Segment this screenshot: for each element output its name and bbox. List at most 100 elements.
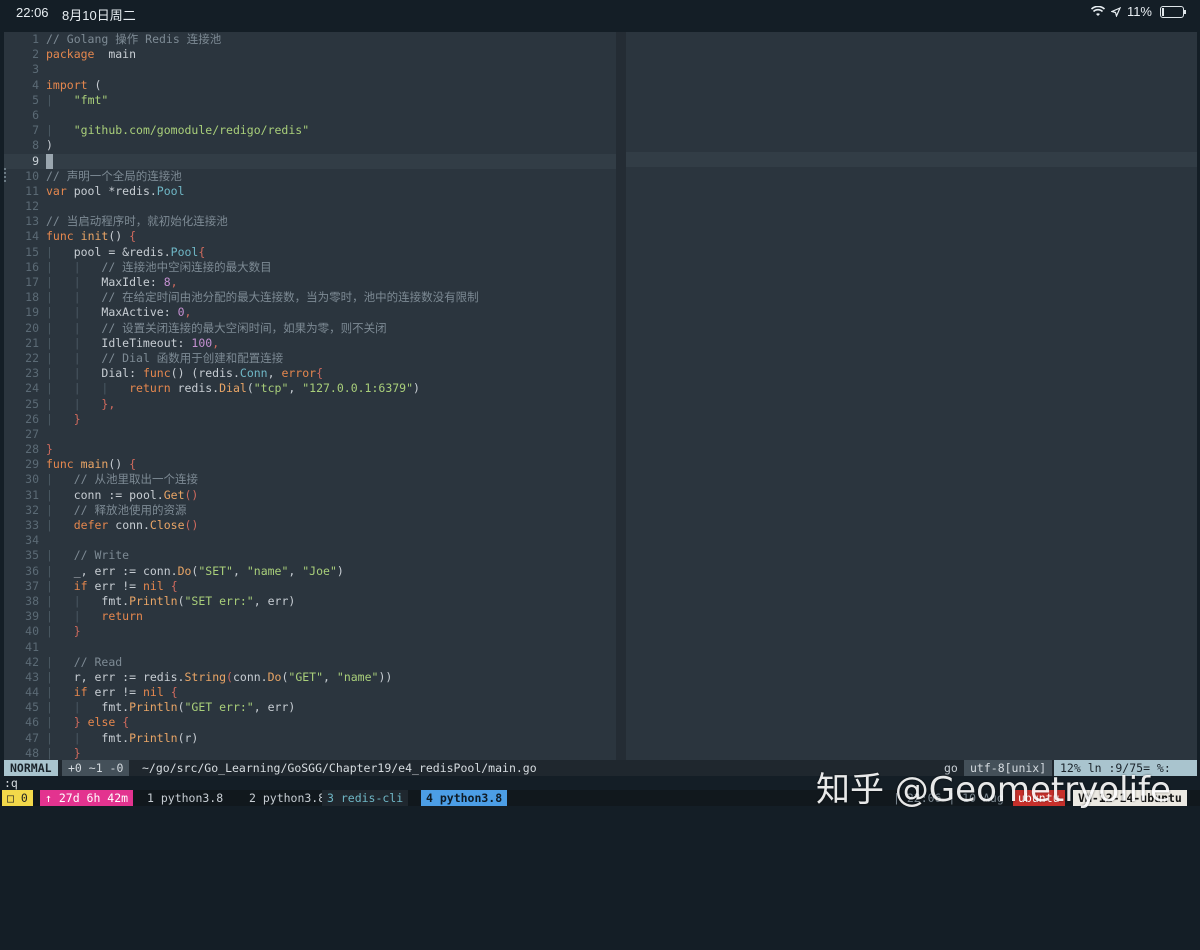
tmux-session[interactable]: □ 0 [2,790,33,806]
code-line[interactable]: 1 // Golang 操作 Redis 连接池 [4,32,616,47]
code-line[interactable]: 48 | } [4,746,616,760]
code-token: "github.com/gomodule/redigo/redis" [73,123,310,138]
line-number: 23 [25,366,39,381]
code-line[interactable]: 40 | } [4,624,616,639]
code-token: , [170,275,178,289]
code-line[interactable]: 23 | | Dial: func() (redis.Conn, error{ [4,366,616,381]
code-line[interactable]: 3 [4,62,616,77]
code-line[interactable]: 17 | | MaxIdle: 8, [4,275,616,290]
line-number: 12 [25,199,39,214]
code-line[interactable]: 43 | r, err := redis.String(conn.Do("GET"… [4,670,616,685]
code-token: | | [46,320,81,335]
line-number: 4 [32,77,39,92]
code-line[interactable]: 8) [4,138,616,153]
code-line[interactable]: 46 | } else { [4,715,616,730]
tmux-window-4-active[interactable]: 4 python3.8 [421,790,508,806]
file-path: ~/go/src/Go_Learning/GoSGG/Chapter19/e4_… [142,761,537,775]
wifi-icon [1090,6,1105,16]
line-number: 20 [25,320,39,335]
code-line[interactable]: 47 | | fmt.Println(r) [4,731,616,746]
code-line[interactable]: 44 | if err != nil { [4,685,616,700]
code-line[interactable]: 42 | // Read [4,655,616,670]
command-line[interactable]: :q [4,776,18,790]
code-text: | | // Dial 函数用于创建和配置连接 [46,351,283,366]
code-token: | [46,548,53,563]
code-line[interactable]: 38 | | fmt.Println("SET err:", err) [4,594,616,609]
code-line[interactable]: 22 | | // Dial 函数用于创建和配置连接 [4,351,616,366]
code-line[interactable]: 35 | // Write [4,548,616,563]
code-token: var [46,183,67,198]
code-line[interactable]: 31 | conn := pool.Get() [4,488,616,503]
code-line[interactable]: 2 package main [4,47,616,62]
tmux-window-3[interactable]: 3 redis-cli [322,790,409,806]
line-number: 17 [25,275,39,289]
code-line[interactable]: 7 | "github.com/gomodule/redigo/redis" [4,123,616,138]
code-line[interactable]: 9 [4,153,616,169]
code-text: | | return [46,609,143,624]
code-line[interactable]: 39 | | return [4,609,616,624]
code-line[interactable]: 15 | pool = &redis.Pool{ [4,245,616,260]
code-line[interactable]: 27 [4,427,616,442]
code-line[interactable]: 4 import ( [4,78,616,93]
tmux-window-2[interactable]: 2 python3.8 [244,790,330,806]
code-line[interactable]: 29 func main() { [4,457,616,472]
code-line[interactable]: 41 [4,640,616,655]
code-token: } [46,442,53,457]
code-token: | | [46,305,81,320]
code-line[interactable]: 20 | | // 设置关闭连接的最大空闲时间，如果为零，则不关闭 [4,321,616,336]
line-number: 28 [25,442,39,457]
code-token: else [87,715,116,730]
code-text: | } [46,412,81,427]
vim-editor[interactable]: 1 // Golang 操作 Redis 连接池 2 package main 3 4 im… [4,32,1197,760]
code-line[interactable]: 33 | defer conn.Close() [4,518,616,533]
line-number: 34 [25,533,39,548]
tmux-window-1[interactable]: 1 python3.8 [142,790,228,806]
code-line[interactable]: 12 [4,199,616,214]
code-line[interactable]: 16 | | // 连接池中空闲连接的最大数目 [4,260,616,275]
code-line[interactable]: 26 | } [4,412,616,427]
line-number: 1 [32,32,39,46]
right-pane[interactable] [626,32,1197,760]
code-line[interactable]: 21 | | IdleTimeout: 100, [4,336,616,351]
code-pane[interactable]: 1 // Golang 操作 Redis 连接池 2 package main 3 4 im… [4,32,616,760]
line-number: 46 [25,715,39,730]
code-line[interactable]: 24 | | | return redis.Dial("tcp", "127.0.… [4,381,616,396]
code-token: () [184,487,199,502]
code-line[interactable]: 30 | // 从池里取出一个连接 [4,472,616,487]
code-token: } [73,715,81,730]
code-line[interactable]: 28} [4,442,616,457]
code-token: | [46,411,53,426]
line-number: 33 [25,518,39,532]
code-line[interactable]: 25 | | }, [4,397,616,412]
code-line[interactable]: 11 var pool *redis.Pool [4,184,616,199]
code-line[interactable]: 19 | | MaxActive: 0, [4,305,616,320]
code-token: { [198,244,206,259]
code-token: | | [46,290,81,305]
code-line[interactable]: 37 | if err != nil { [4,579,616,594]
vertical-split-divider[interactable] [616,32,626,760]
code-text: | // 从池里取出一个连接 [46,472,198,487]
code-line[interactable]: 45 | | fmt.Println("GET err:", err) [4,700,616,715]
code-line[interactable]: 5 | "fmt" [4,93,616,108]
code-token: if [73,685,88,700]
code-line[interactable]: 18 | | // 在给定时间由池分配的最大连接数，当为零时，池中的连接数没有限制 [4,290,616,305]
code-line[interactable]: 6 [4,108,616,123]
battery-level [1162,7,1165,16]
code-line[interactable]: 14 func init() { [4,229,616,244]
code-line[interactable]: 36 | _, err := conn.Do("SET", "name", "Jo… [4,564,616,579]
code-token: // 当启动程序时，就初始化连接池 [46,214,228,229]
code-line[interactable]: 32 | // 释放池使用的资源 [4,503,616,518]
line-number: 9 [32,153,39,168]
code-token: defer [73,518,109,532]
code-line[interactable]: 13 // 当启动程序时，就初始化连接池 [4,214,616,229]
code-token: } [73,624,81,639]
code-token: | [46,654,53,669]
code-line[interactable]: 10 // 声明一个全局的连接池 [4,169,616,184]
code-line[interactable]: 34 [4,533,616,548]
code-token: Dial [219,381,247,396]
code-text: import ( [46,78,101,93]
line-number: 7 [32,123,39,138]
code-token: Pool [156,183,185,198]
